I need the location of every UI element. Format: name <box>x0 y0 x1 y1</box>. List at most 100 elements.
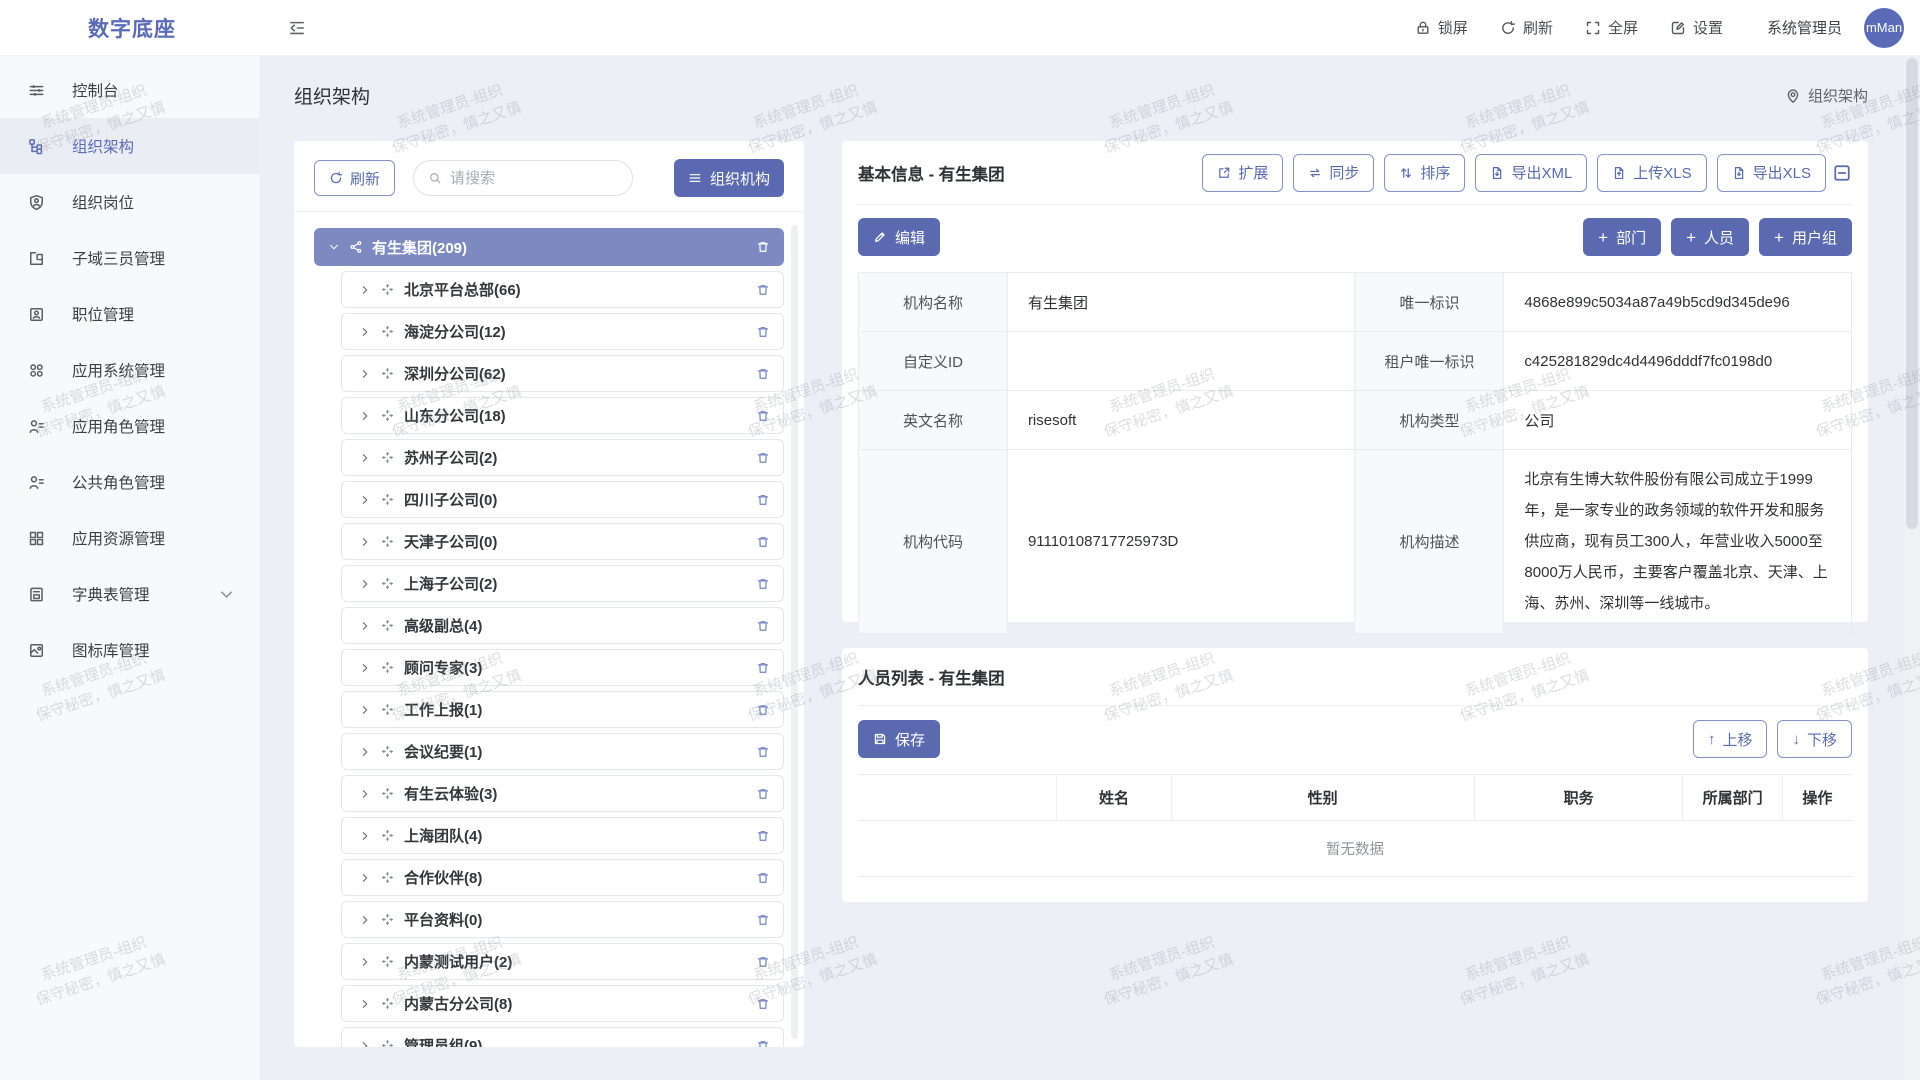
toolbar-button[interactable]: 导出XML <box>1475 154 1587 192</box>
sidebar-item[interactable]: 组织架构 <box>0 118 259 174</box>
delete-node-button[interactable] <box>756 240 770 254</box>
drag-handle-icon[interactable] <box>381 871 394 884</box>
delete-node-button[interactable] <box>756 997 770 1011</box>
tree-node[interactable]: 四川子公司(0) <box>341 481 784 518</box>
sidebar-item[interactable]: 公共角色管理 <box>0 454 259 510</box>
drag-handle-icon[interactable] <box>381 493 394 506</box>
tree-node[interactable]: 合作伙伴(8) <box>341 859 784 896</box>
tree-node[interactable]: 管理员组(9) <box>341 1027 784 1047</box>
drag-handle-icon[interactable] <box>381 409 394 422</box>
delete-node-button[interactable] <box>756 325 770 339</box>
delete-node-button[interactable] <box>756 367 770 381</box>
drag-handle-icon[interactable] <box>381 703 394 716</box>
org-structure-button[interactable]: 组织机构 <box>674 159 784 197</box>
header-action-button[interactable]: 刷新 <box>1500 17 1553 38</box>
delete-node-button[interactable] <box>756 913 770 927</box>
save-button[interactable]: 保存 <box>858 720 940 758</box>
delete-node-button[interactable] <box>756 1039 770 1048</box>
chevron-down-icon[interactable] <box>328 241 340 253</box>
tree-node[interactable]: 会议纪要(1) <box>341 733 784 770</box>
delete-node-button[interactable] <box>756 871 770 885</box>
toolbar-button[interactable]: 上传XLS <box>1597 154 1706 192</box>
move-up-button[interactable]: ↑ 上移 <box>1693 720 1768 758</box>
sidebar-item[interactable]: 控制台 <box>0 62 259 118</box>
toolbar-button[interactable]: 排序 <box>1384 154 1465 192</box>
drag-handle-icon[interactable] <box>381 451 394 464</box>
delete-node-button[interactable] <box>756 703 770 717</box>
drag-handle-icon[interactable] <box>381 745 394 758</box>
tree-node[interactable]: 顾问专家(3) <box>341 649 784 686</box>
collapse-panel-button[interactable] <box>1832 163 1852 183</box>
tree-node[interactable]: 平台资料(0) <box>341 901 784 938</box>
chevron-right-icon[interactable] <box>359 410 371 422</box>
add-button[interactable]: + 用户组 <box>1759 218 1852 256</box>
chevron-right-icon[interactable] <box>359 368 371 380</box>
chevron-right-icon[interactable] <box>359 830 371 842</box>
sidebar-item[interactable]: 组织岗位 <box>0 174 259 230</box>
delete-node-button[interactable] <box>756 745 770 759</box>
drag-handle-icon[interactable] <box>381 325 394 338</box>
tree-node[interactable]: 北京平台总部(66) <box>341 271 784 308</box>
tree-node[interactable]: 山东分公司(18) <box>341 397 784 434</box>
delete-node-button[interactable] <box>756 283 770 297</box>
chevron-right-icon[interactable] <box>359 620 371 632</box>
tree-search-input[interactable] <box>450 170 618 187</box>
drag-handle-icon[interactable] <box>381 619 394 632</box>
chevron-right-icon[interactable] <box>359 578 371 590</box>
delete-node-button[interactable] <box>756 409 770 423</box>
scrollbar-thumb[interactable] <box>1906 58 1918 529</box>
drag-handle-icon[interactable] <box>381 955 394 968</box>
chevron-right-icon[interactable] <box>359 704 371 716</box>
tree-node[interactable]: 高级副总(4) <box>341 607 784 644</box>
tree-node[interactable]: 海淀分公司(12) <box>341 313 784 350</box>
drag-handle-icon[interactable] <box>381 661 394 674</box>
tree-node[interactable]: 有生云体验(3) <box>341 775 784 812</box>
drag-handle-icon[interactable] <box>381 997 394 1010</box>
chevron-right-icon[interactable] <box>359 536 371 548</box>
delete-node-button[interactable] <box>756 661 770 675</box>
header-action-button[interactable]: 设置 <box>1670 17 1723 38</box>
sidebar-item[interactable]: 图标库管理 <box>0 622 259 678</box>
edit-button[interactable]: 编辑 <box>858 218 940 256</box>
chevron-right-icon[interactable] <box>359 494 371 506</box>
sidebar-item[interactable]: 应用角色管理 <box>0 398 259 454</box>
delete-node-button[interactable] <box>756 955 770 969</box>
header-action-button[interactable]: 全屏 <box>1585 17 1638 38</box>
delete-node-button[interactable] <box>756 451 770 465</box>
toolbar-button[interactable]: 导出XLS <box>1717 154 1826 192</box>
move-down-button[interactable]: ↓ 下移 <box>1777 720 1852 758</box>
chevron-right-icon[interactable] <box>359 914 371 926</box>
tree-scrollbar[interactable] <box>791 225 798 1039</box>
toolbar-button[interactable]: 同步 <box>1293 154 1374 192</box>
drag-handle-icon[interactable] <box>381 535 394 548</box>
chevron-right-icon[interactable] <box>359 872 371 884</box>
drag-handle-icon[interactable] <box>381 1039 394 1047</box>
tree-node[interactable]: 内蒙测试用户(2) <box>341 943 784 980</box>
delete-node-button[interactable] <box>756 493 770 507</box>
add-button[interactable]: + 部门 <box>1583 218 1661 256</box>
tree-node[interactable]: 上海团队(4) <box>341 817 784 854</box>
user-avatar[interactable]: mMan <box>1864 8 1904 48</box>
drag-handle-icon[interactable] <box>381 787 394 800</box>
tree-refresh-button[interactable]: 刷新 <box>314 160 395 196</box>
toolbar-button[interactable]: 扩展 <box>1202 154 1283 192</box>
sidebar-item[interactable]: 子域三员管理 <box>0 230 259 286</box>
delete-node-button[interactable] <box>756 619 770 633</box>
chevron-right-icon[interactable] <box>359 998 371 1010</box>
drag-handle-icon[interactable] <box>381 913 394 926</box>
tree-root-node[interactable]: 有生集团(209) <box>314 228 784 266</box>
chevron-right-icon[interactable] <box>359 452 371 464</box>
sidebar-item[interactable]: 职位管理 <box>0 286 259 342</box>
delete-node-button[interactable] <box>756 535 770 549</box>
sidebar-item[interactable]: 应用资源管理 <box>0 510 259 566</box>
tree-node[interactable]: 天津子公司(0) <box>341 523 784 560</box>
tree-node[interactable]: 工作上报(1) <box>341 691 784 728</box>
drag-handle-icon[interactable] <box>381 367 394 380</box>
sidebar-item[interactable]: 应用系统管理 <box>0 342 259 398</box>
window-scrollbar[interactable] <box>1904 56 1920 1080</box>
tree-node[interactable]: 上海子公司(2) <box>341 565 784 602</box>
tree-node[interactable]: 深圳分公司(62) <box>341 355 784 392</box>
chevron-right-icon[interactable] <box>359 326 371 338</box>
delete-node-button[interactable] <box>756 829 770 843</box>
chevron-right-icon[interactable] <box>359 788 371 800</box>
